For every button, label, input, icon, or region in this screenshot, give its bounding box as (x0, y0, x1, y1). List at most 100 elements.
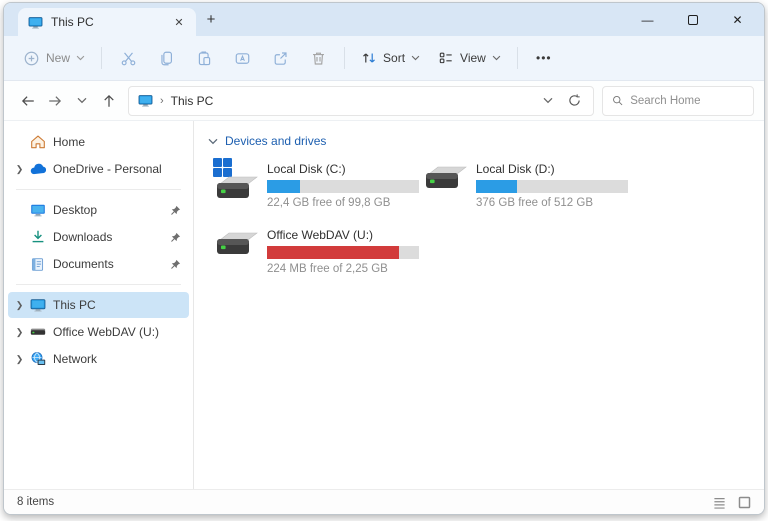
expand-chevron-icon[interactable]: ❯ (12, 300, 27, 311)
refresh-icon[interactable] (567, 93, 582, 108)
close-button[interactable]: ✕ (715, 3, 760, 36)
up-button[interactable] (95, 87, 122, 114)
rename-button[interactable] (223, 42, 261, 74)
forward-button[interactable] (41, 87, 68, 114)
sidebar-item-label: Desktop (53, 203, 169, 217)
hard-drive-icon (212, 172, 258, 200)
capacity-bar (476, 180, 628, 193)
capacity-bar-fill (476, 180, 517, 193)
address-bar: › This PC (4, 81, 764, 121)
this-pc-icon (29, 297, 46, 314)
maximize-button[interactable] (670, 3, 715, 36)
back-button[interactable] (14, 87, 41, 114)
new-button[interactable]: New (14, 42, 94, 74)
drive-capacity-text: 22,4 GB free of 99,8 GB (267, 197, 419, 209)
breadcrumb-location[interactable]: This PC (171, 94, 214, 108)
address-dropdown-icon[interactable] (543, 97, 553, 104)
cut-icon (120, 50, 137, 67)
desktop-icon (29, 202, 46, 219)
item-count: 8 items (17, 496, 713, 508)
documents-icon (29, 256, 46, 273)
copy-button[interactable] (147, 42, 185, 74)
sidebar-item-desktop[interactable]: Desktop (8, 197, 189, 223)
search-box[interactable] (602, 86, 754, 116)
recent-locations-button[interactable] (68, 87, 95, 114)
drive-name: Local Disk (D:) (476, 162, 628, 176)
up-arrow-icon (101, 93, 117, 109)
tab-close-icon[interactable]: ✕ (170, 13, 188, 31)
sidebar-item-documents[interactable]: Documents (8, 251, 189, 277)
file-explorer-window: This PC ✕ + — ✕ New (3, 2, 765, 515)
drive-icon (29, 324, 46, 341)
sidebar-item-home[interactable]: Home (8, 129, 189, 155)
drive-tile-u[interactable]: Office WebDAV (U:) 224 MB free of 2,25 G… (212, 224, 421, 275)
view-button[interactable]: View (429, 42, 510, 74)
new-button-label: New (46, 51, 70, 65)
network-icon (29, 351, 46, 368)
chevron-down-icon (492, 55, 501, 61)
delete-button[interactable] (299, 42, 337, 74)
onedrive-icon (29, 161, 46, 178)
drive-capacity-text: 224 MB free of 2,25 GB (267, 263, 419, 275)
capacity-bar-fill (267, 180, 300, 193)
forward-arrow-icon (47, 93, 63, 109)
sidebar-item-label: Office WebDAV (U:) (53, 325, 182, 339)
sidebar-item-office-webdav[interactable]: ❯ Office WebDAV (U:) (8, 319, 189, 345)
this-pc-icon (138, 93, 153, 108)
see-more-button[interactable]: ••• (525, 42, 563, 74)
drive-tile-d[interactable]: Local Disk (D:) 376 GB free of 512 GB (421, 158, 630, 209)
toolbar-divider (101, 47, 102, 69)
capacity-bar (267, 180, 419, 193)
share-button[interactable] (261, 42, 299, 74)
this-pc-icon (28, 15, 43, 30)
breadcrumb[interactable]: › This PC (128, 86, 594, 116)
paste-button[interactable] (185, 42, 223, 74)
details-view-icon[interactable] (713, 496, 726, 509)
sidebar-item-onedrive[interactable]: ❯ OneDrive - Personal (8, 156, 189, 182)
sidebar-item-network[interactable]: ❯ Network (8, 346, 189, 372)
sidebar-divider (16, 189, 181, 190)
collapse-chevron-icon (208, 138, 218, 145)
drives-grid: Local Disk (C:) 22,4 GB free of 99,8 GB … (212, 158, 764, 275)
share-icon (272, 50, 289, 67)
plus-circle-icon (23, 50, 40, 67)
view-icon (438, 50, 454, 66)
command-toolbar: New Sort View (4, 36, 764, 81)
toolbar-divider (344, 47, 345, 69)
sort-button-label: Sort (383, 51, 405, 65)
expand-chevron-icon[interactable]: ❯ (12, 164, 27, 175)
new-tab-button[interactable]: + (196, 6, 226, 34)
trash-icon (310, 50, 327, 67)
back-arrow-icon (20, 93, 36, 109)
expand-chevron-icon[interactable]: ❯ (12, 354, 27, 365)
large-icons-view-icon[interactable] (738, 496, 751, 509)
group-header-devices-and-drives[interactable]: Devices and drives (208, 134, 764, 148)
drive-name: Local Disk (C:) (267, 162, 419, 176)
breadcrumb-separator-icon: › (160, 95, 164, 107)
tab-label: This PC (51, 15, 170, 29)
home-icon (29, 134, 46, 151)
sidebar-item-label: Network (53, 352, 182, 366)
chevron-down-icon (76, 55, 85, 61)
window-controls: — ✕ (625, 3, 760, 36)
sidebar-item-downloads[interactable]: Downloads (8, 224, 189, 250)
sidebar-item-this-pc[interactable]: ❯ This PC (8, 292, 189, 318)
tab-bar: This PC ✕ + — ✕ (4, 3, 764, 36)
downloads-icon (29, 229, 46, 246)
sidebar-item-label: Home (53, 135, 182, 149)
maximize-icon (688, 15, 698, 25)
view-button-label: View (460, 51, 486, 65)
drive-tile-c[interactable]: Local Disk (C:) 22,4 GB free of 99,8 GB (212, 158, 421, 209)
capacity-bar (267, 246, 419, 259)
cut-button[interactable] (109, 42, 147, 74)
sort-button[interactable]: Sort (352, 42, 429, 74)
drive-capacity-text: 376 GB free of 512 GB (476, 197, 628, 209)
capacity-bar-fill (267, 246, 399, 259)
navigation-pane: Home ❯ OneDrive - Personal Desktop (4, 121, 194, 489)
chevron-down-icon (77, 97, 87, 104)
minimize-button[interactable]: — (625, 3, 670, 36)
pin-icon (169, 205, 182, 216)
expand-chevron-icon[interactable]: ❯ (12, 327, 27, 338)
search-input[interactable] (630, 95, 744, 107)
tab-this-pc[interactable]: This PC ✕ (18, 8, 196, 36)
